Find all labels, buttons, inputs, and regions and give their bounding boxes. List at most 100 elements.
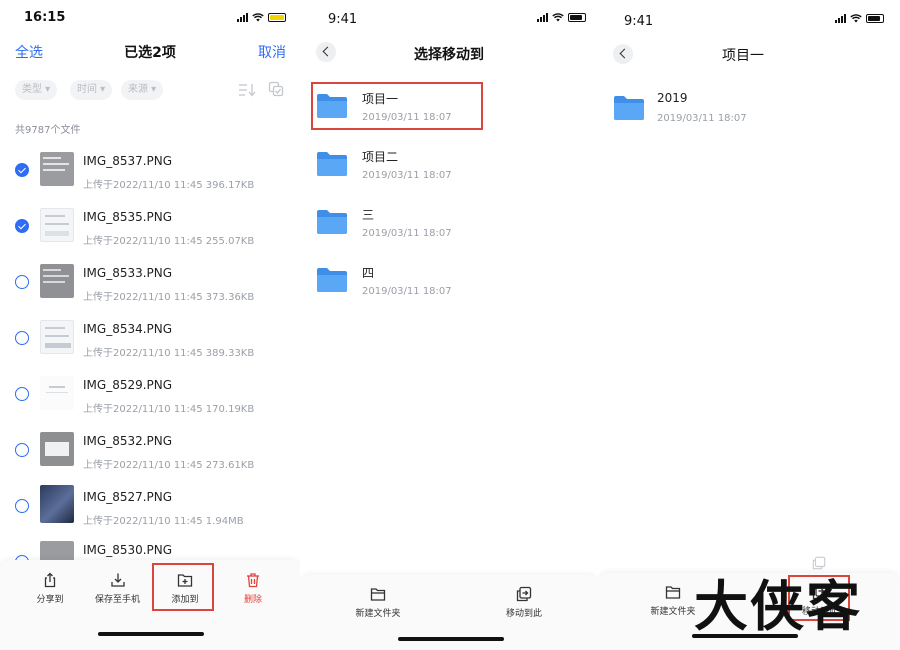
status-icons xyxy=(537,13,586,22)
home-indicator xyxy=(98,632,204,636)
file-name: IMG_8532.PNG xyxy=(83,434,173,448)
page-title: 项目一 xyxy=(722,48,764,64)
new-folder-icon xyxy=(665,586,681,599)
save-label: 保存至手机 xyxy=(94,595,140,605)
checkbox-empty-icon[interactable] xyxy=(15,275,29,289)
file-row[interactable]: IMG_8532.PNG 上传于2022/11/10 11:45 273.61K… xyxy=(0,423,300,478)
folder-name: 项目二 xyxy=(362,150,399,164)
file-name: IMG_8530.PNG xyxy=(83,543,173,557)
action-toolbar: 分享到 保存至手机 添加到 删除 xyxy=(0,560,300,650)
folder-date: 2019/03/11 18:07 xyxy=(362,286,452,297)
checkbox-checked-icon[interactable] xyxy=(15,163,29,177)
file-thumbnail xyxy=(40,152,74,186)
highlight-box xyxy=(311,82,483,130)
battery-icon xyxy=(866,14,884,23)
new-folder-label: 新建文件夹 xyxy=(355,609,401,619)
move-here-icon xyxy=(516,586,532,602)
share-label: 分享到 xyxy=(36,595,64,605)
home-indicator xyxy=(398,637,504,641)
folder-date: 2019/03/11 18:07 xyxy=(362,228,452,239)
file-meta: 上传于2022/11/10 11:45 170.19KB xyxy=(83,404,255,415)
cancel-button[interactable]: 取消 xyxy=(258,42,286,62)
checkbox-empty-icon[interactable] xyxy=(15,443,29,457)
status-time: 16:15 xyxy=(24,10,66,25)
move-here-button[interactable]: 移动到此 xyxy=(500,586,548,619)
filter-type[interactable]: 类型 ▾ xyxy=(15,80,58,100)
file-select-screen: 16:15 全选 已选2项 取消 类型 ▾ 时间 ▾ 来源 ▾ 共9787个文件… xyxy=(0,0,300,650)
multi-select-icon[interactable] xyxy=(268,81,284,97)
status-icons xyxy=(237,13,286,22)
folder-icon xyxy=(317,152,347,176)
folder-icon xyxy=(317,210,347,234)
folder-icon xyxy=(614,96,644,120)
new-folder-label: 新建文件夹 xyxy=(650,607,696,617)
folder-row[interactable]: 项目二 2019/03/11 18:07 xyxy=(300,140,598,198)
checkbox-empty-icon[interactable] xyxy=(15,387,29,401)
checkbox-empty-icon[interactable] xyxy=(15,331,29,345)
share-button[interactable]: 分享到 xyxy=(30,572,70,605)
move-destination-screen: 9:41 选择移动到 项目一 2019/03/11 18:07 项目二 2019… xyxy=(300,0,598,650)
file-row[interactable]: IMG_8535.PNG 上传于2022/11/10 11:45 255.07K… xyxy=(0,199,300,254)
file-name: IMG_8533.PNG xyxy=(83,266,173,280)
signal-icon xyxy=(835,14,846,23)
folder-contents-screen: 9:41 项目一 2019 2019/03/11 18:07 新建文件夹 移动到… xyxy=(598,0,900,650)
file-count: 共9787个文件 xyxy=(15,125,81,136)
file-name: IMG_8529.PNG xyxy=(83,378,173,392)
delete-button[interactable]: 删除 xyxy=(233,572,273,605)
folder-name: 三 xyxy=(362,208,375,222)
file-row[interactable]: IMG_8537.PNG 上传于2022/11/10 11:45 396.17K… xyxy=(0,143,300,198)
file-row[interactable]: IMG_8533.PNG 上传于2022/11/10 11:45 373.36K… xyxy=(0,255,300,310)
folder-name: 2019 xyxy=(657,91,688,105)
folder-row[interactable]: 2019 2019/03/11 18:07 xyxy=(598,84,900,142)
page-title: 选择移动到 xyxy=(414,47,484,63)
folder-row[interactable]: 三 2019/03/11 18:07 xyxy=(300,198,598,256)
checkbox-empty-icon[interactable] xyxy=(15,499,29,513)
file-thumbnail xyxy=(40,432,74,466)
new-folder-button[interactable]: 新建文件夹 xyxy=(350,586,406,619)
status-time: 9:41 xyxy=(328,12,358,27)
file-name: IMG_8534.PNG xyxy=(83,322,173,336)
file-name: IMG_8527.PNG xyxy=(83,490,173,504)
share-icon xyxy=(44,572,56,588)
file-meta: 上传于2022/11/10 11:45 373.36KB xyxy=(83,292,255,303)
move-here-label: 移动到此 xyxy=(505,609,542,619)
filter-source[interactable]: 来源 ▾ xyxy=(121,80,164,100)
wifi-icon xyxy=(850,14,862,23)
status-icons xyxy=(835,14,884,23)
trash-icon xyxy=(247,573,259,588)
signal-icon xyxy=(237,13,248,22)
highlight-box xyxy=(152,563,214,611)
wifi-icon xyxy=(252,13,264,22)
file-thumbnail xyxy=(40,376,74,410)
page-title: 已选2项 xyxy=(124,45,176,61)
sort-icon[interactable] xyxy=(238,82,258,98)
folder-date: 2019/03/11 18:07 xyxy=(657,113,747,124)
file-thumbnail xyxy=(40,208,74,242)
file-row[interactable]: IMG_8527.PNG 上传于2022/11/10 11:45 1.94MB xyxy=(0,479,300,534)
file-row[interactable]: IMG_8529.PNG 上传于2022/11/10 11:45 170.19K… xyxy=(0,367,300,422)
battery-icon xyxy=(568,13,586,22)
file-thumbnail xyxy=(40,264,74,298)
file-meta: 上传于2022/11/10 11:45 255.07KB xyxy=(83,236,255,247)
signal-icon xyxy=(537,13,548,22)
delete-label: 删除 xyxy=(243,595,262,605)
wifi-icon xyxy=(552,13,564,22)
new-folder-icon xyxy=(370,588,386,601)
save-to-phone-button[interactable]: 保存至手机 xyxy=(90,572,145,605)
new-folder-button[interactable]: 新建文件夹 xyxy=(646,584,700,617)
folder-name: 四 xyxy=(362,266,375,280)
folder-row[interactable]: 四 2019/03/11 18:07 xyxy=(300,256,598,314)
move-here-ghost-icon xyxy=(812,556,826,570)
status-time: 9:41 xyxy=(624,14,654,29)
watermark: 大侠客 xyxy=(694,575,862,638)
download-icon xyxy=(110,573,125,587)
file-meta: 上传于2022/11/10 11:45 396.17KB xyxy=(83,180,255,191)
checkbox-checked-icon[interactable] xyxy=(15,219,29,233)
file-name: IMG_8535.PNG xyxy=(83,210,173,224)
file-thumbnail xyxy=(40,320,74,354)
battery-charging-icon xyxy=(268,13,286,22)
file-row[interactable]: IMG_8534.PNG 上传于2022/11/10 11:45 389.33K… xyxy=(0,311,300,366)
file-thumbnail xyxy=(40,485,74,523)
folder-icon xyxy=(317,268,347,292)
filter-time[interactable]: 时间 ▾ xyxy=(70,80,113,100)
